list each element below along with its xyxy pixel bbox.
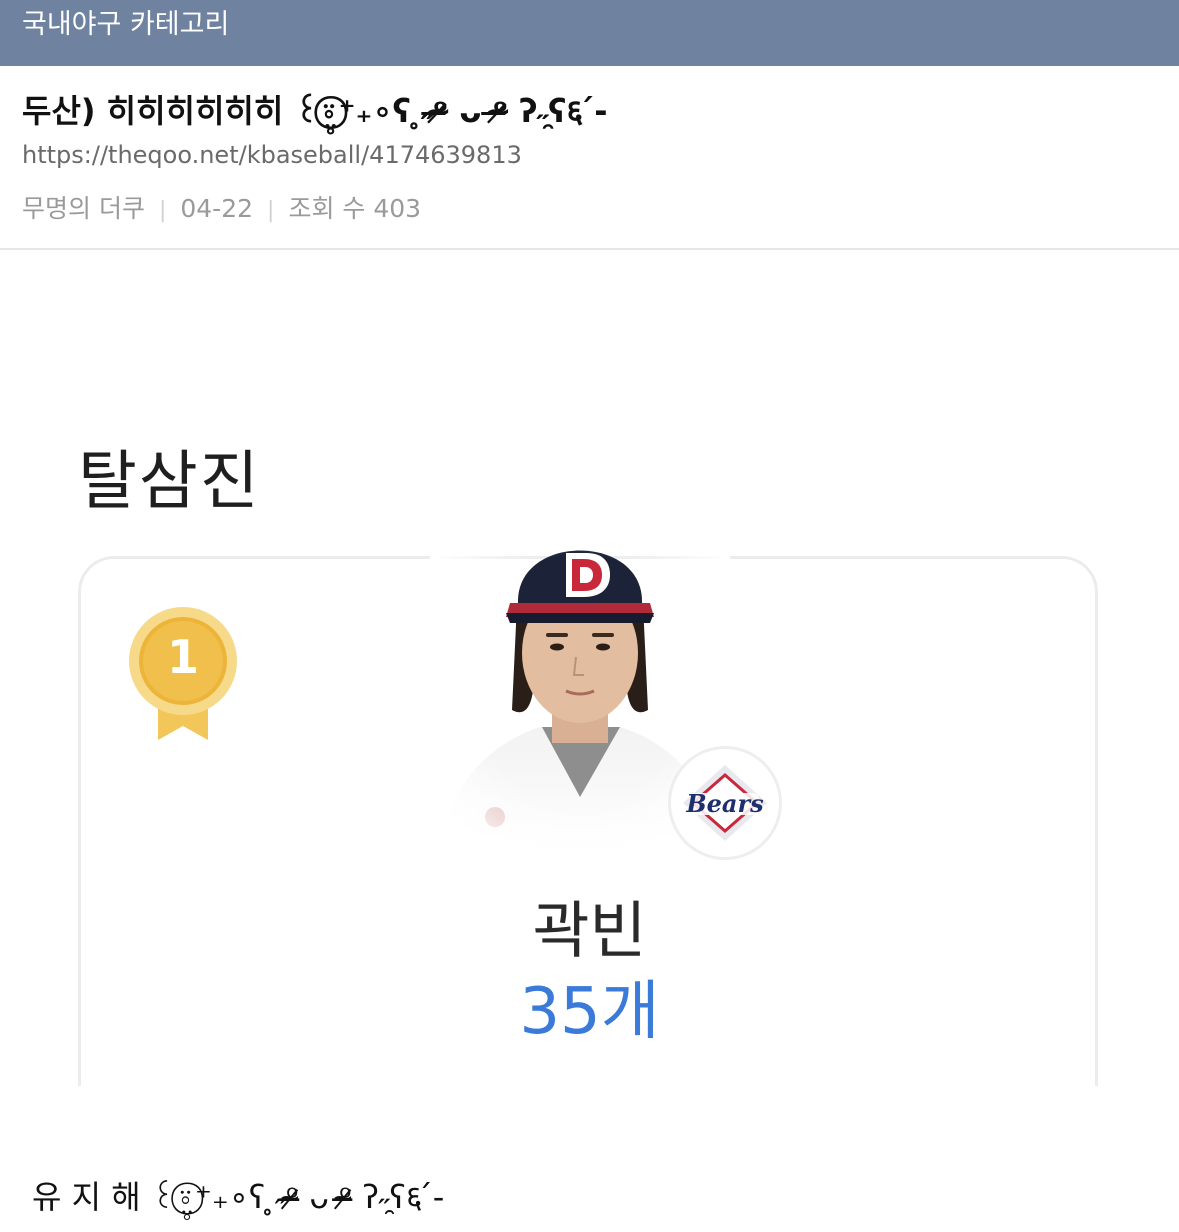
post-meta: 무명의 더쿠 | 04-22 | 조회 수 403	[22, 189, 421, 225]
team-logo-text: Bears	[686, 789, 764, 818]
post-url-link[interactable]: https://theqoo.net/kbaseball/4174639813	[22, 141, 522, 169]
image-bottom-edge	[0, 1086, 1179, 1126]
post-page: 국내야구 카테고리 두산) 히히히히히히 ꒰⍤⃝̤̥⁺₊∘ʕ ̥˶ᵒ̴̶̷ ᴗ …	[0, 0, 1179, 1232]
post-body-text: 유 지 해 ꒰⍤⃝̤̥⁺₊∘ʕ ̥˶ᵒ̴̶̷ ᴗ ᵒ̴̶̷ ʔ˶̯ʕ६ ́-	[32, 1178, 445, 1216]
post-author: 무명의 더쿠	[22, 194, 145, 223]
meta-separator: |	[158, 198, 167, 223]
post-views: 조회 수 403	[288, 194, 422, 223]
category-label[interactable]: 국내야구 카테고리	[22, 10, 229, 40]
header-divider	[0, 248, 1179, 250]
player-name: 곽빈	[532, 894, 647, 967]
post-date: 04-22	[180, 194, 254, 223]
medal-rank-number: 1	[166, 630, 199, 684]
post-title: 두산) 히히히히히히 ꒰⍤⃝̤̥⁺₊∘ʕ ̥˶ᵒ̴̶̷ ᴗ ᵒ̴̶̷ ʔ˶̯ʕ६…	[22, 92, 608, 130]
gold-medal-icon: 1	[128, 606, 238, 746]
ranking-title: 탈삼진	[78, 445, 261, 519]
meta-separator: |	[267, 198, 275, 223]
player-stat-value: 35개	[519, 975, 660, 1049]
category-bar[interactable]: 국내야구 카테고리	[0, 0, 1179, 66]
team-logo: Bears	[668, 746, 782, 860]
